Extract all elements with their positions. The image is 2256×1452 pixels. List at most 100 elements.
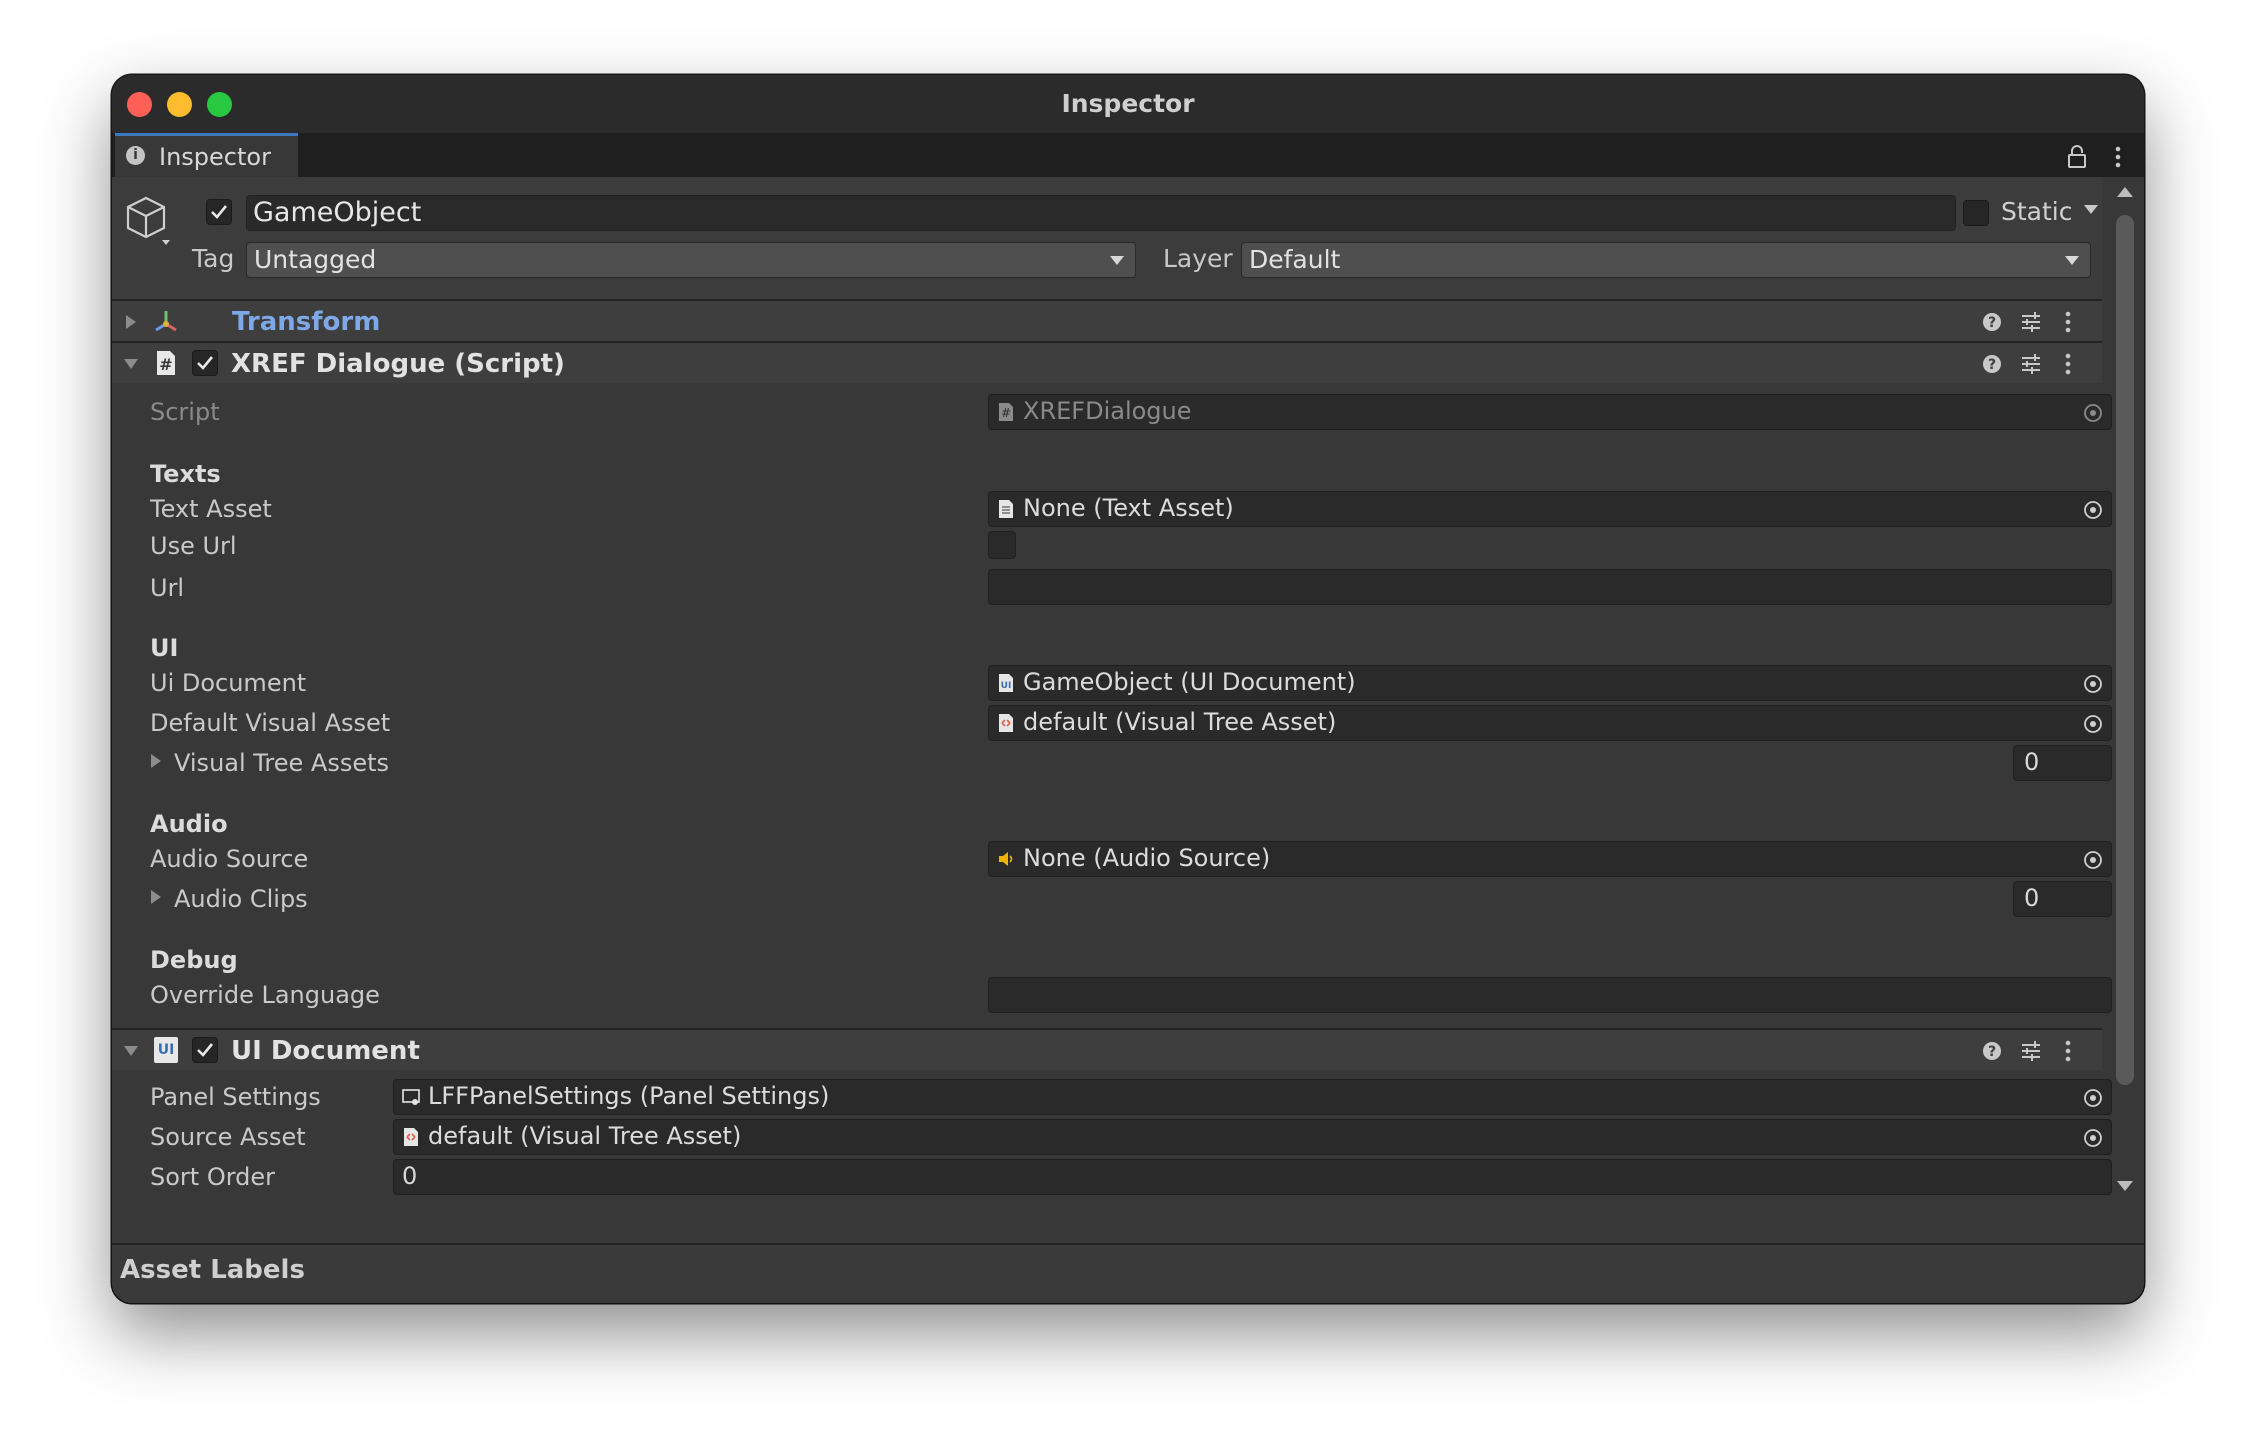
xref-component-header[interactable]: # XREF Dialogue (Script) ? bbox=[112, 341, 2102, 383]
panel-settings-value: LFFPanelSettings (Panel Settings) bbox=[428, 1082, 830, 1110]
static-label: Static bbox=[2001, 197, 2073, 226]
tag-dropdown-value: Untagged bbox=[254, 245, 377, 274]
component-header-buttons[interactable]: ? bbox=[1980, 352, 2080, 376]
svg-text:#: # bbox=[1001, 406, 1011, 420]
texts-section-header: Texts bbox=[150, 460, 221, 488]
component-header-buttons[interactable]: ? bbox=[1980, 1039, 2080, 1063]
presets-icon bbox=[2022, 312, 2040, 332]
vertical-scrollbar[interactable] bbox=[2106, 181, 2142, 1199]
ui-document-field[interactable]: UI GameObject (UI Document) bbox=[988, 665, 2112, 701]
text-asset-field[interactable]: None (Text Asset) bbox=[988, 491, 2112, 527]
title-bar: Inspector bbox=[112, 75, 2144, 133]
object-picker-icon[interactable] bbox=[2083, 674, 2103, 694]
override-language-input[interactable] bbox=[988, 977, 2112, 1013]
component-header-buttons[interactable]: ? bbox=[1980, 310, 2080, 334]
foldout-collapsed-icon[interactable] bbox=[149, 754, 163, 768]
lock-icon[interactable] bbox=[2066, 145, 2088, 169]
static-dropdown-arrow-icon[interactable] bbox=[2084, 205, 2098, 215]
text-asset-label: Text Asset bbox=[150, 495, 272, 523]
url-input[interactable] bbox=[988, 569, 2112, 605]
audio-clips-label[interactable]: Audio Clips bbox=[174, 885, 308, 913]
object-picker-icon[interactable] bbox=[2083, 1088, 2103, 1108]
foldout-collapsed-icon[interactable] bbox=[149, 890, 163, 904]
source-asset-field[interactable]: default (Visual Tree Asset) bbox=[393, 1119, 2112, 1155]
ui-document-label: Ui Document bbox=[150, 669, 307, 697]
ui-document-title: UI Document bbox=[231, 1036, 420, 1066]
checkmark-icon bbox=[211, 205, 228, 219]
tag-label: Tag bbox=[192, 244, 235, 273]
object-picker-icon[interactable] bbox=[2083, 1128, 2103, 1148]
gameobject-name-text: GameObject bbox=[253, 197, 422, 228]
audio-section-header: Audio bbox=[150, 810, 228, 838]
checkmark-icon bbox=[197, 356, 214, 370]
scroll-down-arrow-icon[interactable] bbox=[2117, 1181, 2133, 1193]
script-icon: # bbox=[157, 351, 175, 375]
script-label: Script bbox=[150, 398, 220, 426]
foldout-expanded-icon[interactable] bbox=[124, 357, 138, 371]
asset-labels-bar[interactable]: Asset Labels bbox=[112, 1243, 2144, 1303]
gameobject-header: GameObject Static Tag Untagged Layer Def… bbox=[112, 177, 2102, 301]
tab-inspector-label: Inspector bbox=[159, 143, 271, 171]
object-picker-icon[interactable] bbox=[2083, 500, 2103, 520]
svg-text:UI: UI bbox=[1001, 681, 1012, 691]
static-checkbox[interactable] bbox=[1963, 200, 1989, 226]
script-icon: # bbox=[999, 403, 1013, 421]
object-picker-icon[interactable] bbox=[2083, 714, 2103, 734]
info-icon: i bbox=[126, 146, 145, 165]
asset-labels-title: Asset Labels bbox=[120, 1255, 305, 1285]
svg-text:?: ? bbox=[1988, 315, 1996, 331]
gameobject-active-checkbox[interactable] bbox=[206, 199, 232, 225]
audio-source-field[interactable]: None (Audio Source) bbox=[988, 841, 2112, 877]
speaker-icon bbox=[999, 852, 1013, 866]
cube-icon[interactable] bbox=[124, 192, 174, 248]
layer-dropdown-value: Default bbox=[1249, 245, 1341, 274]
audio-clips-size-field[interactable]: 0 bbox=[2013, 881, 2112, 917]
svg-text:?: ? bbox=[1988, 357, 1996, 373]
scroll-up-arrow-icon[interactable] bbox=[2117, 185, 2133, 197]
foldout-collapsed-icon[interactable] bbox=[124, 315, 138, 329]
use-url-label: Use Url bbox=[150, 532, 237, 560]
visual-tree-assets-label[interactable]: Visual Tree Assets bbox=[174, 749, 389, 777]
transform-axes-icon bbox=[155, 311, 177, 332]
xref-enabled-checkbox[interactable] bbox=[192, 350, 218, 376]
panel-settings-label: Panel Settings bbox=[150, 1083, 321, 1111]
visual-tree-asset-icon bbox=[999, 714, 1013, 732]
svg-text:?: ? bbox=[1988, 1044, 1996, 1060]
kebab-menu-icon[interactable] bbox=[2114, 145, 2122, 169]
ui-document-value: GameObject (UI Document) bbox=[1023, 668, 1356, 696]
foldout-expanded-icon[interactable] bbox=[124, 1044, 138, 1058]
transform-component-header[interactable]: Transform ? bbox=[112, 299, 2102, 341]
object-picker-icon[interactable] bbox=[2083, 850, 2103, 870]
ui-document-icon: UI bbox=[999, 674, 1013, 692]
scrollbar-thumb[interactable] bbox=[2116, 215, 2134, 1085]
layer-dropdown[interactable]: Default bbox=[1241, 242, 2091, 278]
ui-section-header: UI bbox=[150, 634, 179, 662]
source-asset-value: default (Visual Tree Asset) bbox=[428, 1122, 742, 1150]
use-url-checkbox[interactable] bbox=[988, 531, 1016, 559]
checkmark-icon bbox=[197, 1043, 214, 1057]
text-asset-value: None (Text Asset) bbox=[1023, 494, 1234, 522]
override-language-label: Override Language bbox=[150, 981, 380, 1009]
source-asset-label: Source Asset bbox=[150, 1123, 306, 1151]
default-visual-asset-label: Default Visual Asset bbox=[150, 709, 391, 737]
ui-document-component-header[interactable]: UI UI Document ? bbox=[112, 1028, 2102, 1070]
script-object-field: # XREFDialogue bbox=[988, 394, 2112, 430]
audio-source-label: Audio Source bbox=[150, 845, 309, 873]
script-value: XREFDialogue bbox=[1023, 397, 1192, 425]
sort-order-input[interactable]: 0 bbox=[393, 1159, 2112, 1195]
visual-tree-assets-size-field[interactable]: 0 bbox=[2013, 745, 2112, 781]
panel-settings-icon bbox=[402, 1089, 420, 1105]
tag-dropdown[interactable]: Untagged bbox=[246, 242, 1136, 278]
kebab-menu-icon bbox=[2065, 311, 2071, 333]
layer-label: Layer bbox=[1163, 244, 1233, 273]
panel-settings-field[interactable]: LFFPanelSettings (Panel Settings) bbox=[393, 1079, 2112, 1115]
tab-inspector[interactable]: i Inspector bbox=[115, 133, 298, 177]
ui-document-enabled-checkbox[interactable] bbox=[192, 1037, 218, 1063]
object-picker-icon bbox=[2084, 404, 2102, 422]
transform-title: Transform bbox=[232, 307, 381, 337]
sort-order-label: Sort Order bbox=[150, 1163, 276, 1191]
default-visual-asset-field[interactable]: default (Visual Tree Asset) bbox=[988, 705, 2112, 741]
gameobject-name-field[interactable]: GameObject bbox=[246, 195, 1956, 231]
ui-document-icon: UI bbox=[154, 1037, 178, 1063]
default-visual-asset-value: default (Visual Tree Asset) bbox=[1023, 708, 1337, 736]
